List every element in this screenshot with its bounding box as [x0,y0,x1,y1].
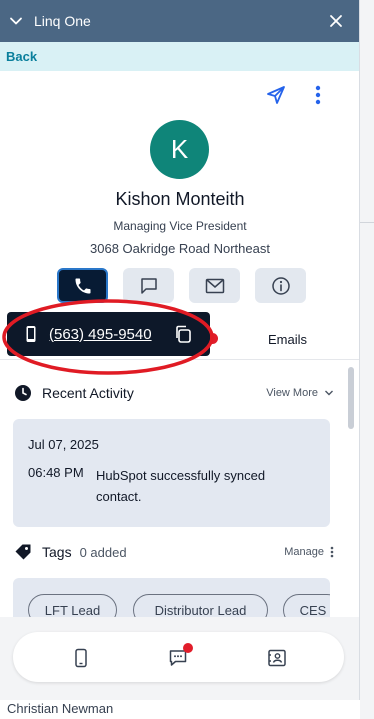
tag-icon [15,544,31,560]
contact-address: 3068 Oakridge Road Northeast [90,241,270,256]
more-vertical-icon[interactable] [307,84,329,106]
nav-phone[interactable] [70,647,92,669]
contact-actions [57,268,306,303]
recent-activity-header: Recent Activity View More [14,384,334,402]
phone-icon [75,278,90,293]
tab-emails[interactable]: Emails [268,332,307,347]
scrollbar[interactable] [348,367,354,429]
mobile-phone-icon [26,326,36,342]
chevron-down-icon [325,390,333,396]
contact-card-icon [268,649,286,667]
section-title: Tags [42,544,72,560]
view-more-button[interactable]: View More [266,387,334,399]
chat-icon [140,277,157,294]
notification-dot [183,643,193,653]
contact-role: Managing Vice President [113,219,247,233]
nav-contacts[interactable] [266,647,288,669]
manage-label: Manage [284,546,324,558]
section-title: Recent Activity [42,385,134,401]
tags-count: 0 added [79,544,127,560]
linq-one-panel: Linq One Back K Kishon Monteith Managing… [0,0,360,700]
copy-icon[interactable] [174,325,192,343]
clock-icon [15,385,31,401]
chevron-down-icon[interactable] [9,14,23,28]
divider [360,222,374,223]
close-icon[interactable] [328,13,344,29]
info-icon [271,276,290,295]
avatar: K [150,120,209,179]
activity-date: Jul 07, 2025 [28,437,99,452]
contact-name: Kishon Monteith [115,189,245,209]
back-button[interactable]: Back [6,49,37,64]
activity-card: Jul 07, 2025 06:48 PM HubSpot successful… [13,419,330,527]
info-button[interactable] [255,268,306,303]
bottom-nav [13,632,344,682]
email-button[interactable] [189,268,240,303]
chat-button[interactable] [123,268,174,303]
mail-icon [205,278,224,293]
activity-text: HubSpot successfully synced contact. [96,468,266,504]
phone-number-link[interactable]: (563) 495-9540 [49,326,152,343]
activity-time: 06:48 PM [28,465,84,480]
manage-tags-button[interactable]: Manage [284,546,334,558]
send-icon[interactable] [265,84,287,106]
window-title: Linq One [34,13,91,29]
mobile-phone-icon [75,648,87,668]
phone-popover: (563) 495-9540 [7,312,210,356]
tags-header: Tags 0 added Manage [14,543,334,561]
user-name: Christian Newman [7,701,114,716]
background-app-area [360,0,374,719]
top-actions [265,84,329,106]
view-more-label: View More [266,387,318,399]
title-bar: Linq One [0,0,359,42]
back-bar: Back [0,42,359,71]
more-vertical-icon [330,546,334,558]
call-button[interactable] [57,268,108,303]
